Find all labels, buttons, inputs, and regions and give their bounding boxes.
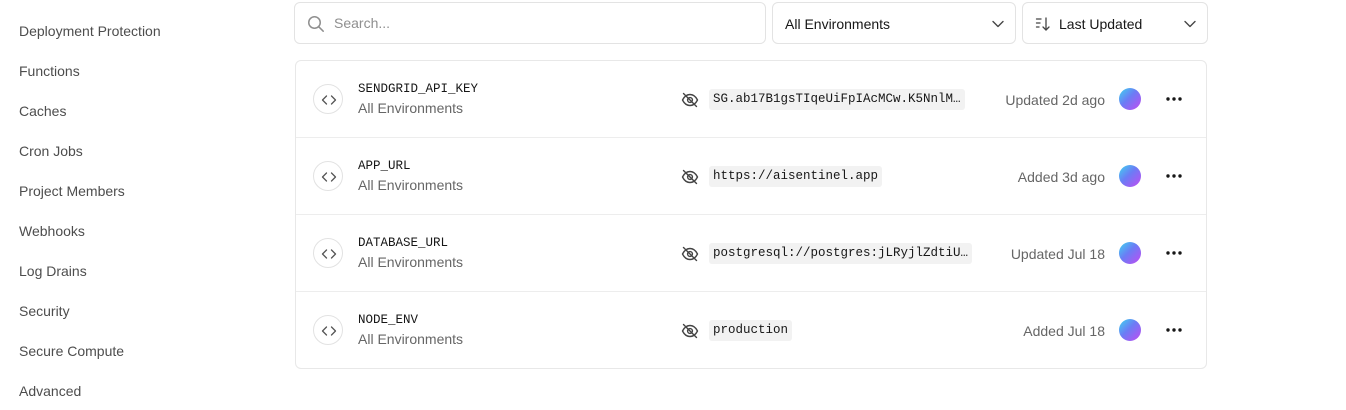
sidebar-item-security[interactable]: Security xyxy=(19,301,70,321)
environment-filter-select[interactable]: All Environments xyxy=(772,2,1016,44)
env-var-updated: Updated Jul 18 xyxy=(1010,246,1105,262)
search-box xyxy=(294,2,766,44)
env-var-value[interactable]: production xyxy=(709,320,793,341)
sidebar-item-caches[interactable]: Caches xyxy=(19,101,66,121)
eye-off-icon[interactable] xyxy=(681,322,699,340)
sidebar-item-secure-compute[interactable]: Secure Compute xyxy=(19,341,124,361)
more-horizontal-icon[interactable] xyxy=(1163,88,1185,110)
env-var-environment: All Environments xyxy=(358,100,464,116)
code-icon xyxy=(313,315,343,345)
avatar xyxy=(1119,319,1141,341)
sidebar-item-deployment-protection[interactable]: Deployment Protection xyxy=(19,21,161,41)
chevron-down-icon xyxy=(992,20,1004,28)
avatar xyxy=(1119,88,1141,110)
env-var-row[interactable]: SENDGRID_API_KEY All Environments SG.ab1… xyxy=(296,61,1206,138)
eye-off-icon[interactable] xyxy=(681,91,699,109)
eye-off-icon[interactable] xyxy=(681,245,699,263)
env-var-value[interactable]: SG.ab17B1gsTIqeUiFpIAcMCw.K5NnlM… xyxy=(709,89,965,110)
sidebar-item-functions[interactable]: Functions xyxy=(19,61,80,81)
sort-icon xyxy=(1035,17,1050,31)
env-var-row[interactable]: NODE_ENV All Environments production Add… xyxy=(296,292,1206,368)
sidebar-item-webhooks[interactable]: Webhooks xyxy=(19,221,85,241)
more-horizontal-icon[interactable] xyxy=(1163,242,1185,264)
env-var-list: SENDGRID_API_KEY All Environments SG.ab1… xyxy=(295,60,1207,369)
chevron-down-icon xyxy=(1184,20,1196,28)
env-var-name: APP_URL xyxy=(358,159,411,173)
env-var-name: NODE_ENV xyxy=(358,313,419,327)
more-horizontal-icon[interactable] xyxy=(1163,165,1185,187)
sidebar-item-cron-jobs[interactable]: Cron Jobs xyxy=(19,141,83,161)
code-icon xyxy=(313,161,343,191)
avatar xyxy=(1119,165,1141,187)
env-var-row[interactable]: DATABASE_URL All Environments postgresql… xyxy=(296,215,1206,292)
search-input[interactable] xyxy=(334,3,754,43)
sidebar-item-advanced[interactable]: Advanced xyxy=(19,381,81,401)
code-icon xyxy=(313,84,343,114)
env-var-value[interactable]: https://aisentinel.app xyxy=(709,166,883,187)
env-var-updated: Added 3d ago xyxy=(1017,169,1105,185)
eye-off-icon[interactable] xyxy=(681,168,699,186)
env-var-environment: All Environments xyxy=(358,254,464,270)
avatar xyxy=(1119,242,1141,264)
code-icon xyxy=(313,238,343,268)
env-var-row[interactable]: APP_URL All Environments https://aisenti… xyxy=(296,138,1206,215)
settings-sidebar: Deployment Protection Functions Caches C… xyxy=(0,0,270,410)
sidebar-item-log-drains[interactable]: Log Drains xyxy=(19,261,87,281)
env-var-value[interactable]: postgresql://postgres:jLRyjlZdtiU… xyxy=(709,243,973,264)
search-icon xyxy=(308,16,324,32)
env-var-environment: All Environments xyxy=(358,177,464,193)
more-horizontal-icon[interactable] xyxy=(1163,319,1185,341)
sort-select[interactable]: Last Updated xyxy=(1022,2,1208,44)
env-var-updated: Updated 2d ago xyxy=(1005,92,1105,108)
env-var-environment: All Environments xyxy=(358,331,464,347)
env-var-updated: Added Jul 18 xyxy=(1023,323,1105,339)
environment-filter-label: All Environments xyxy=(785,16,891,32)
env-var-name: SENDGRID_API_KEY xyxy=(358,82,479,96)
sort-label: Last Updated xyxy=(1059,16,1143,32)
sidebar-item-project-members[interactable]: Project Members xyxy=(19,181,125,201)
env-var-name: DATABASE_URL xyxy=(358,236,449,250)
